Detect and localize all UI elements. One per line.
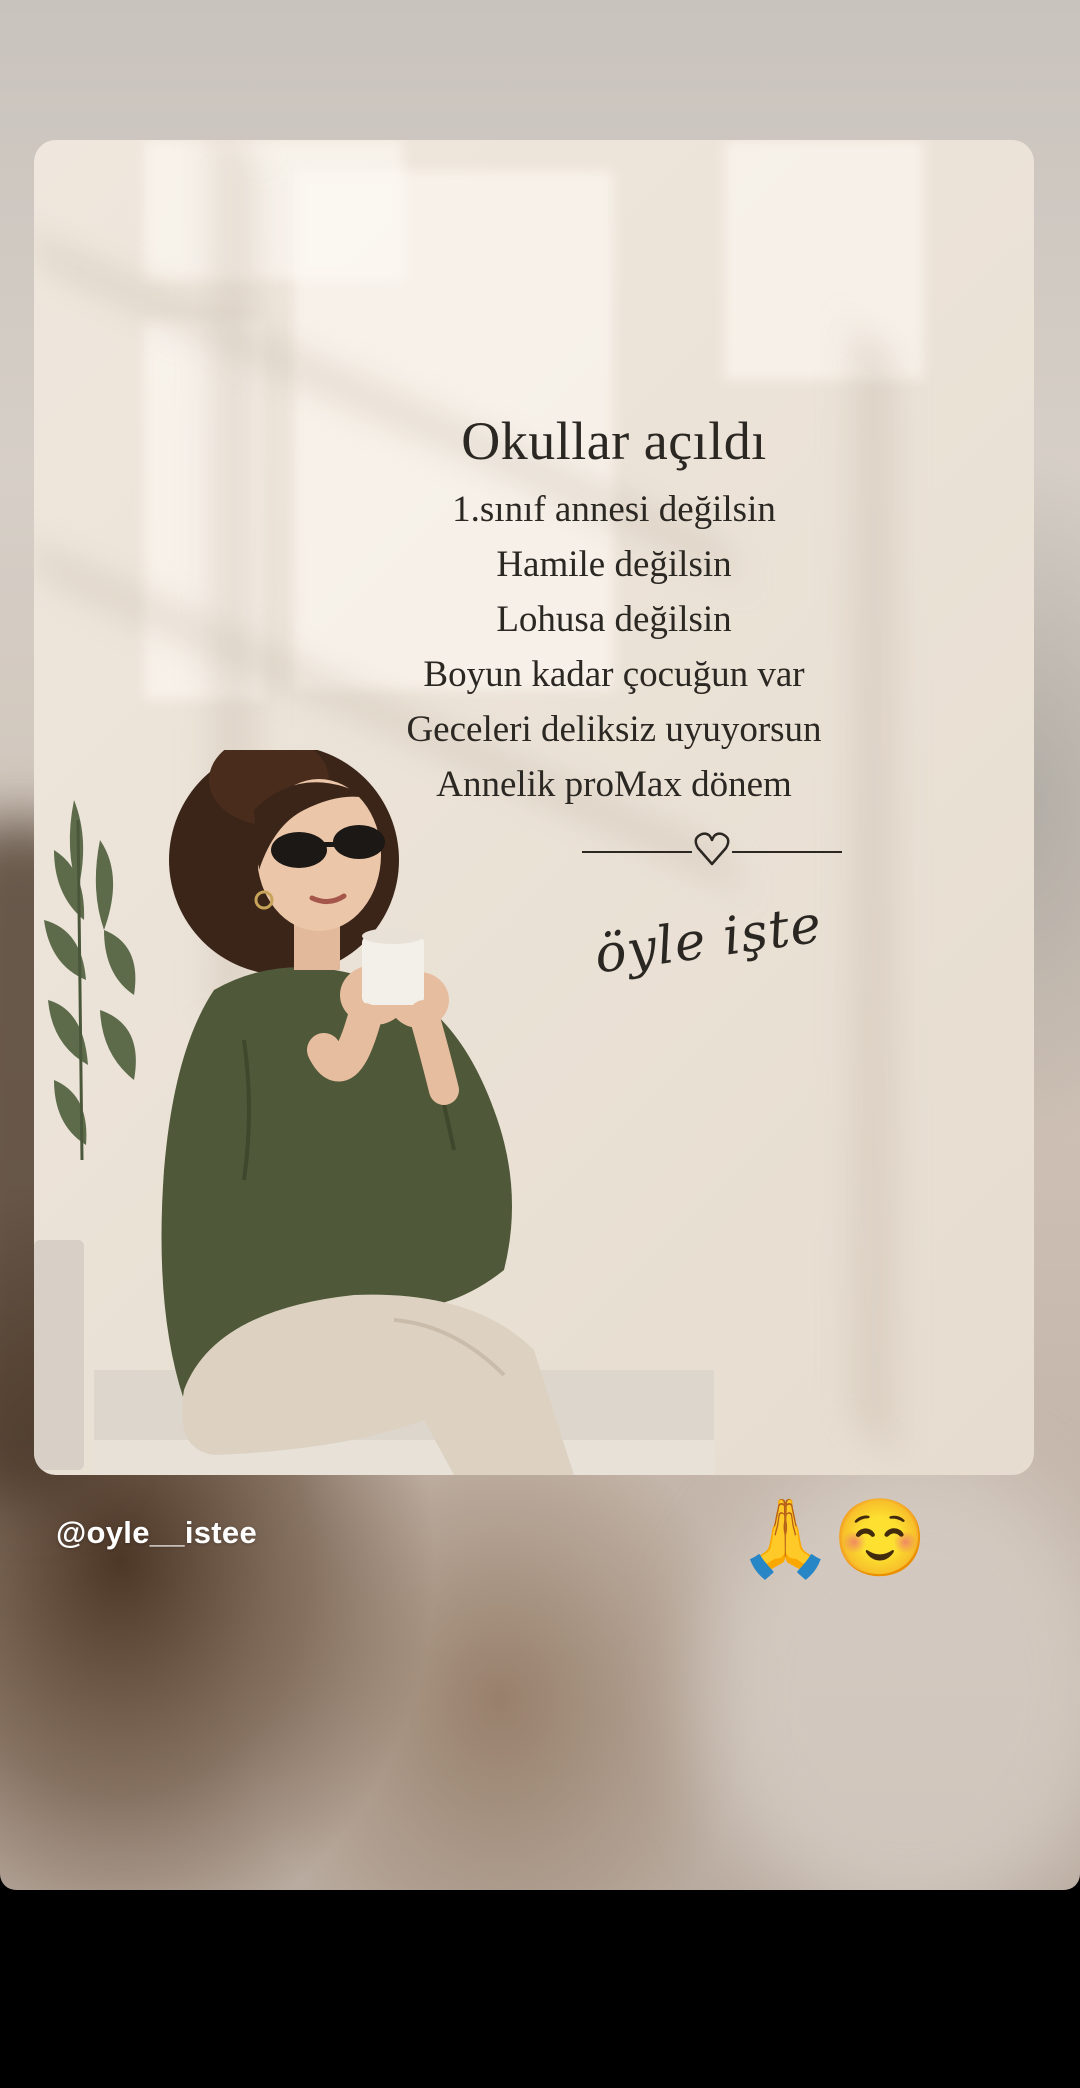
emoji-sticker[interactable]: 🙏☺️ <box>738 1500 927 1576</box>
post-text-block: Okullar açıldı 1.sınıf annesi değilsin H… <box>324 410 904 812</box>
username-tag[interactable]: @oyle__istee <box>56 1515 257 1551</box>
post-line: Annelik proMax dönem <box>436 764 792 805</box>
story-background: Okullar açıldı 1.sınıf annesi değilsin H… <box>0 0 1080 1890</box>
post-line: 1.sınıf annesi değilsin <box>452 489 776 530</box>
heart-divider <box>582 832 842 866</box>
post-card: Okullar açıldı 1.sınıf annesi değilsin H… <box>34 140 1034 1475</box>
post-title: Okullar açıldı <box>461 411 767 471</box>
heart-icon <box>694 832 730 866</box>
post-line: Boyun kadar çocuğun var <box>423 654 805 695</box>
post-line: Hamile değilsin <box>496 544 732 585</box>
post-line: Geceleri deliksiz uyuyorsun <box>406 709 822 750</box>
post-line: Lohusa değilsin <box>496 599 732 640</box>
